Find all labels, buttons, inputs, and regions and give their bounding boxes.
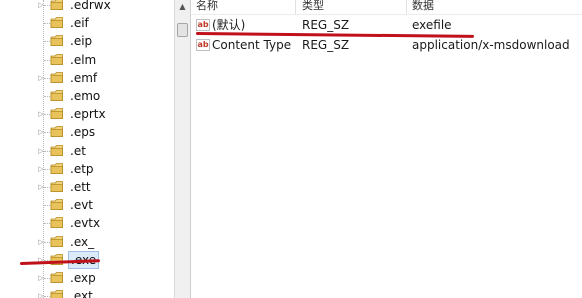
tree-item-label: .emf bbox=[70, 70, 98, 85]
tree-item[interactable]: ▷ .exp bbox=[0, 269, 174, 287]
tree-item-label: .et bbox=[70, 143, 86, 158]
string-value-icon: ab bbox=[196, 19, 210, 31]
folder-icon bbox=[50, 290, 63, 298]
folder-icon bbox=[50, 235, 63, 247]
tree-item-label: .exp bbox=[70, 271, 96, 285]
tree-item-label: .eps bbox=[70, 125, 96, 140]
folder-icon bbox=[50, 217, 63, 229]
column-divider[interactable] bbox=[295, 0, 296, 14]
tree-item[interactable]: .evtx bbox=[0, 214, 174, 232]
folder-icon bbox=[50, 108, 63, 120]
tree-item-label: .ett bbox=[70, 180, 91, 194]
tree-item[interactable]: ▷ .et bbox=[0, 142, 174, 160]
scroll-up-arrow-icon[interactable]: ▲ bbox=[175, 0, 190, 14]
tree-item-label: .eprtx bbox=[70, 107, 106, 122]
tree-item-label: .evtx bbox=[70, 216, 101, 231]
value-row[interactable]: ab Content Type REG_SZ application/x-msd… bbox=[192, 36, 582, 54]
folder-icon bbox=[50, 53, 63, 65]
folder-icon bbox=[50, 35, 63, 47]
tree-item-label: .eif bbox=[70, 16, 89, 31]
folder-icon bbox=[50, 162, 63, 174]
folder-icon bbox=[50, 181, 63, 192]
tree-item-label: .evt bbox=[70, 198, 94, 213]
value-data: application/x-msdownload bbox=[412, 38, 570, 52]
tree-item-label: .eip bbox=[70, 34, 93, 49]
tree-item[interactable]: ▷ .eprtx bbox=[0, 105, 174, 123]
tree-item[interactable]: .evt bbox=[0, 196, 174, 214]
tree-item-label: .ex_ bbox=[70, 234, 95, 249]
values-pane: 名称 类型 数据 ab (默认) REG_SZ exefile ab Conte… bbox=[192, 0, 582, 298]
tree-item-label: .emo bbox=[70, 89, 101, 103]
folder-icon bbox=[50, 199, 63, 211]
value-row[interactable]: ab (默认) REG_SZ exefile bbox=[192, 16, 582, 34]
tree-item[interactable]: .eif bbox=[0, 14, 174, 32]
tree-item[interactable]: .eip bbox=[0, 32, 174, 50]
tree-scrollbar[interactable]: ▲ bbox=[174, 0, 191, 298]
tree-item[interactable]: ▷ .ex_ bbox=[0, 233, 174, 251]
tree-item[interactable]: ▷ .etp bbox=[0, 160, 174, 178]
column-header-type[interactable]: 类型 bbox=[302, 0, 324, 14]
folder-icon bbox=[50, 90, 63, 101]
scroll-thumb[interactable] bbox=[177, 23, 188, 37]
tree-item[interactable]: .emo bbox=[0, 87, 174, 105]
tree-item-label: .edrwx bbox=[70, 0, 111, 12]
tree-item-label: .ext bbox=[70, 289, 93, 298]
folder-icon bbox=[50, 17, 63, 29]
string-value-icon: ab bbox=[196, 39, 210, 51]
expand-arrow-icon[interactable]: ▷ bbox=[37, 0, 45, 14]
value-name: Content Type bbox=[212, 38, 292, 52]
value-data: exefile bbox=[412, 18, 452, 32]
folder-icon bbox=[50, 0, 63, 10]
tree-item[interactable]: ▷ .eps bbox=[0, 123, 174, 141]
folder-icon bbox=[50, 71, 63, 83]
tree-item[interactable]: ▷ .emf bbox=[0, 69, 174, 87]
tree-item-label: .etp bbox=[70, 161, 94, 176]
tree-item[interactable]: ▷ .edrwx bbox=[0, 0, 174, 14]
registry-tree[interactable]: ▷ .edrwx .eif .eip .elm ▷ .emf .emo ▷ .eprtx ▷ .eps… bbox=[0, 0, 174, 298]
header-underline bbox=[192, 14, 582, 15]
value-type: REG_SZ bbox=[302, 38, 350, 52]
column-header-name[interactable]: 名称 bbox=[196, 0, 218, 14]
folder-icon bbox=[50, 144, 63, 156]
column-divider[interactable] bbox=[406, 0, 407, 14]
value-type: REG_SZ bbox=[302, 18, 350, 32]
column-header-data[interactable]: 数据 bbox=[412, 0, 434, 14]
tree-item[interactable]: ▷ .ett bbox=[0, 178, 174, 196]
tree-item[interactable]: ▷ .ext bbox=[0, 287, 174, 298]
folder-icon bbox=[50, 272, 63, 283]
folder-icon bbox=[50, 126, 63, 138]
tree-item[interactable]: .elm bbox=[0, 51, 174, 69]
tree-item-label: .elm bbox=[70, 52, 97, 67]
